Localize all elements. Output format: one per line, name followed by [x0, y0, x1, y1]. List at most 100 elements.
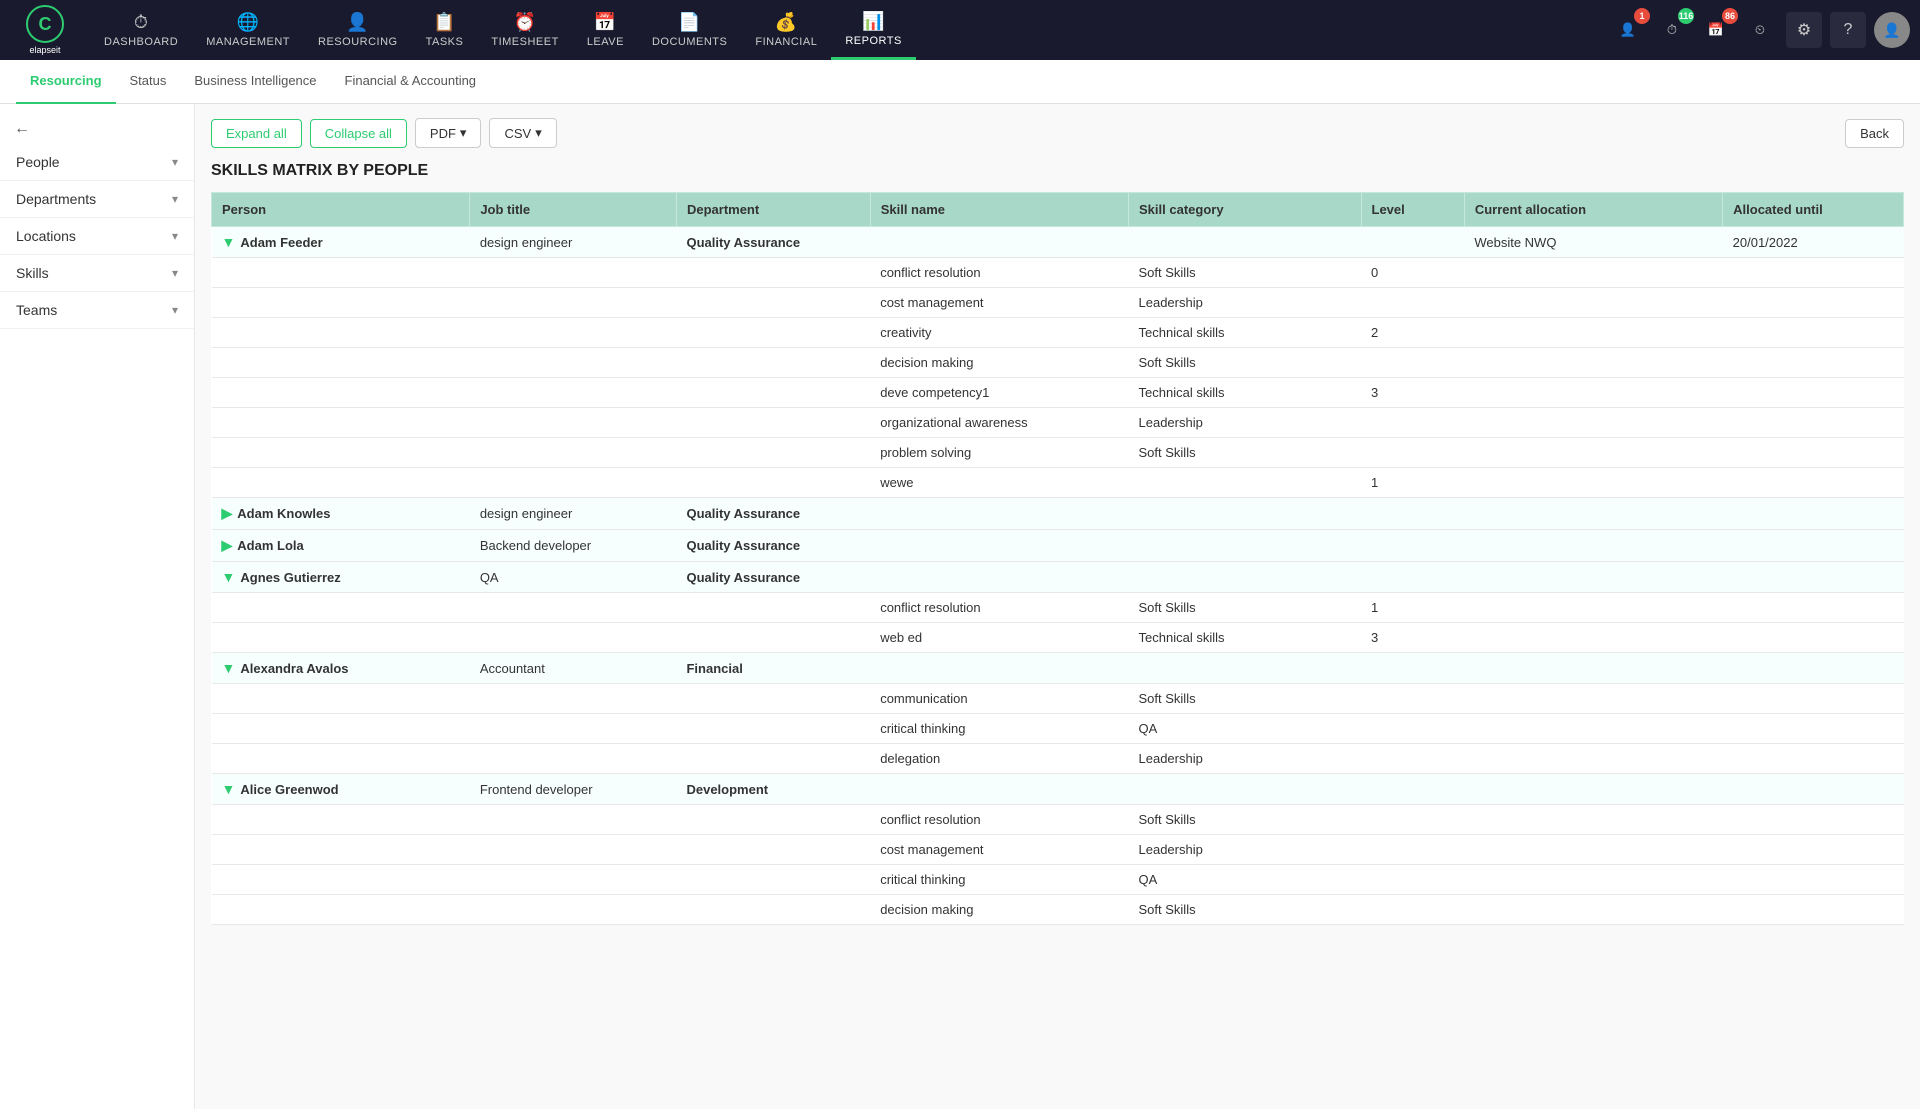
- allocation-cell: [1464, 593, 1722, 623]
- table-header: Person Job title Department Skill name S…: [212, 193, 1904, 227]
- skill-category-cell: Soft Skills: [1129, 684, 1361, 714]
- person-name-cell[interactable]: ▼ Adam Feeder: [212, 227, 470, 258]
- nav-financial[interactable]: 💰 FINANCIAL: [741, 0, 831, 60]
- nav-tasks[interactable]: 📋 TASKS: [412, 0, 478, 60]
- skill-category-cell: [1129, 498, 1361, 530]
- subnav-status[interactable]: Status: [116, 60, 181, 104]
- sidebar-item-people[interactable]: People ▾: [0, 144, 194, 181]
- skill-category-cell: QA: [1129, 865, 1361, 895]
- until-cell: [1723, 805, 1904, 835]
- csv-dropdown-icon: ▾: [535, 125, 542, 141]
- until-cell: [1723, 378, 1904, 408]
- person-name-cell: [212, 318, 470, 348]
- sidebar-item-departments[interactable]: Departments ▾: [0, 181, 194, 218]
- skill-name-cell: problem solving: [870, 438, 1128, 468]
- nav-items: ⏱ DASHBOARD 🌐 MANAGEMENT 👤 RESOURCING 📋 …: [90, 0, 1610, 60]
- level-cell: [1361, 562, 1464, 593]
- back-button[interactable]: Back: [1845, 119, 1904, 148]
- job-title-cell: [470, 684, 677, 714]
- person-name-cell[interactable]: ▶ Adam Lola: [212, 530, 470, 562]
- nav-documents[interactable]: 📄 DOCUMENTS: [638, 0, 741, 60]
- skill-category-cell: [1129, 653, 1361, 684]
- dept-cell: [676, 258, 870, 288]
- people-notif-icon: 👤: [1620, 22, 1636, 38]
- toolbar: Expand all Collapse all PDF ▾ CSV ▾ Back: [211, 118, 1904, 148]
- chevron-down-icon: ▾: [172, 266, 178, 280]
- job-title-cell: [470, 865, 677, 895]
- allocation-cell: [1464, 378, 1722, 408]
- help-button[interactable]: ?: [1830, 12, 1866, 48]
- skill-name-cell: [870, 653, 1128, 684]
- level-cell: [1361, 530, 1464, 562]
- level-cell: 1: [1361, 593, 1464, 623]
- skill-category-cell: Technical skills: [1129, 378, 1361, 408]
- job-title-cell: [470, 593, 677, 623]
- sidebar-item-locations[interactable]: Locations ▾: [0, 218, 194, 255]
- skill-category-cell: [1129, 562, 1361, 593]
- dept-cell: Development: [676, 774, 870, 805]
- allocation-cell: [1464, 288, 1722, 318]
- nav-leave[interactable]: 📅 LEAVE: [573, 0, 638, 60]
- job-title-cell: [470, 623, 677, 653]
- sidebar-people-label: People: [16, 154, 60, 170]
- collapse-all-button[interactable]: Collapse all: [310, 119, 407, 148]
- nav-management[interactable]: 🌐 MANAGEMENT: [192, 0, 304, 60]
- nav-resourcing[interactable]: 👤 RESOURCING: [304, 0, 412, 60]
- skill-category-cell: Soft Skills: [1129, 805, 1361, 835]
- sidebar-item-teams[interactable]: Teams ▾: [0, 292, 194, 329]
- calendar-notif-icon: 📅: [1708, 22, 1724, 38]
- nav-dashboard[interactable]: ⏱ DASHBOARD: [90, 0, 192, 60]
- until-cell: [1723, 653, 1904, 684]
- allocation-cell: [1464, 895, 1722, 925]
- management-icon: 🌐: [237, 12, 260, 33]
- dept-cell: Quality Assurance: [676, 530, 870, 562]
- notifications-people-btn[interactable]: 👤 1: [1610, 12, 1646, 48]
- person-name-cell: [212, 288, 470, 318]
- settings-button[interactable]: ⚙: [1786, 12, 1822, 48]
- dept-cell: [676, 714, 870, 744]
- financial-icon: 💰: [775, 12, 798, 33]
- nav-resourcing-label: RESOURCING: [318, 36, 398, 48]
- person-name-cell[interactable]: ▶ Adam Knowles: [212, 498, 470, 530]
- dept-cell: Quality Assurance: [676, 562, 870, 593]
- time-tracker-btn[interactable]: ⏲: [1742, 12, 1778, 48]
- nav-dashboard-label: DASHBOARD: [104, 36, 178, 48]
- subnav-bi[interactable]: Business Intelligence: [180, 60, 330, 104]
- allocation-cell: [1464, 530, 1722, 562]
- sidebar-item-skills[interactable]: Skills ▾: [0, 255, 194, 292]
- person-name-cell[interactable]: ▼ Agnes Gutierrez: [212, 562, 470, 593]
- dept-cell: [676, 895, 870, 925]
- level-cell: [1361, 774, 1464, 805]
- person-name-cell[interactable]: ▼ Alice Greenwod: [212, 774, 470, 805]
- notifications-calendar-btn[interactable]: 📅 86: [1698, 12, 1734, 48]
- nav-timesheet[interactable]: ⏰ TIMESHEET: [477, 0, 572, 60]
- until-cell: [1723, 348, 1904, 378]
- until-cell: [1723, 498, 1904, 530]
- allocation-cell: [1464, 623, 1722, 653]
- csv-button[interactable]: CSV ▾: [489, 118, 556, 148]
- dept-cell: [676, 468, 870, 498]
- until-cell: [1723, 714, 1904, 744]
- dept-cell: [676, 593, 870, 623]
- people-badge: 1: [1634, 8, 1650, 24]
- skill-category-cell: Technical skills: [1129, 623, 1361, 653]
- user-avatar[interactable]: 👤: [1874, 12, 1910, 48]
- app-logo[interactable]: C elapseit: [10, 5, 80, 55]
- dept-cell: [676, 805, 870, 835]
- skill-category-cell: [1129, 468, 1361, 498]
- nav-reports[interactable]: 📊 REPORTS: [831, 0, 915, 60]
- subnav-resourcing[interactable]: Resourcing: [16, 60, 116, 104]
- skill-category-cell: Leadership: [1129, 408, 1361, 438]
- sidebar-back-arrow[interactable]: ←: [0, 114, 194, 144]
- job-title-cell: [470, 438, 677, 468]
- notifications-timer-btn[interactable]: ⏱ 116: [1654, 12, 1690, 48]
- pdf-button[interactable]: PDF ▾: [415, 118, 482, 148]
- job-title-cell: [470, 835, 677, 865]
- subnav-financial[interactable]: Financial & Accounting: [331, 60, 491, 104]
- person-name-cell[interactable]: ▼ Alexandra Avalos: [212, 653, 470, 684]
- skill-name-cell: decision making: [870, 895, 1128, 925]
- skill-name-cell: communication: [870, 684, 1128, 714]
- until-cell: 20/01/2022: [1723, 227, 1904, 258]
- col-header-job: Job title: [470, 193, 677, 227]
- expand-all-button[interactable]: Expand all: [211, 119, 302, 148]
